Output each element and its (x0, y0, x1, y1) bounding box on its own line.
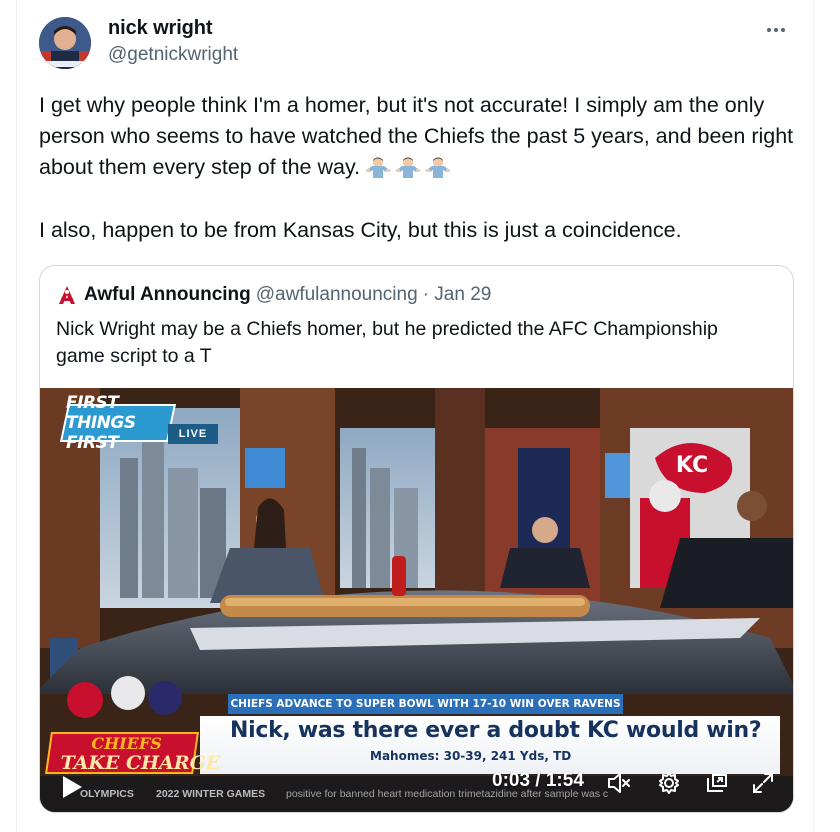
lower-third-headline: Nick, was there ever a doubt KC would wi… (230, 718, 762, 743)
lower-third-subline: Mahomes: 30-39, 241 Yds, TD (370, 749, 572, 763)
man-shrugging-emoji (396, 157, 421, 178)
video-timestamp: 0:03 / 1:54 (492, 770, 584, 791)
mute-icon[interactable] (606, 770, 632, 796)
settings-gear-icon[interactable] (656, 770, 682, 796)
man-shrugging-emoji (366, 157, 391, 178)
picture-in-picture-icon[interactable] (704, 770, 730, 796)
live-badge: LIVE (168, 424, 218, 444)
quoted-author-name[interactable]: Awful Announcing (84, 284, 251, 306)
quoted-header: Awful Announcing @awfulannouncing · Jan … (56, 283, 491, 307)
fullscreen-icon[interactable] (750, 770, 776, 796)
tag-line-1: CHIEFS (91, 734, 162, 753)
quoted-tweet[interactable]: Awful Announcing @awfulannouncing · Jan … (39, 265, 794, 813)
chiefs-take-charge-graphic: CHIEFS TAKE CHARGE (45, 732, 220, 774)
tweet-card[interactable]: nick wright @getnickwright I get why peo… (16, 0, 814, 832)
quoted-author-handle[interactable]: @awfulannouncing (256, 284, 418, 306)
tweet-text: I get why people think I'm a homer, but … (39, 90, 799, 246)
svg-text:KC: KC (676, 453, 708, 478)
author-avatar[interactable] (39, 17, 91, 69)
quoted-text: Nick Wright may be a Chiefs homer, but h… (56, 318, 718, 367)
author-name[interactable]: nick wright (108, 17, 213, 40)
show-logo: FIRST THINGS FIRST (59, 393, 177, 453)
bottom-ticker-category: OLYMPICS (80, 788, 134, 800)
tag-line-2: TAKE CHARGE (60, 752, 221, 774)
awful-announcing-logo-icon[interactable] (56, 284, 78, 306)
man-shrugging-emoji (426, 157, 451, 178)
video-player[interactable]: KC FIRST THINGS FIRST LIVE CHIEFS ADVANC… (40, 388, 793, 812)
quoted-date[interactable]: · Jan 29 (423, 284, 492, 306)
ticker-banner: CHIEFS ADVANCE TO SUPER BOWL WITH 17-10 … (228, 694, 623, 714)
bottom-ticker-section: 2022 WINTER GAMES (156, 788, 266, 800)
author-handle[interactable]: @getnickwright (108, 44, 238, 66)
play-icon[interactable] (60, 774, 84, 800)
more-options-icon[interactable] (761, 21, 791, 39)
avatar-image (39, 17, 91, 69)
tweet-paragraph-2: I also, happen to be from Kansas City, b… (39, 218, 682, 242)
show-logo-text: FIRST THINGS FIRST (66, 393, 136, 453)
